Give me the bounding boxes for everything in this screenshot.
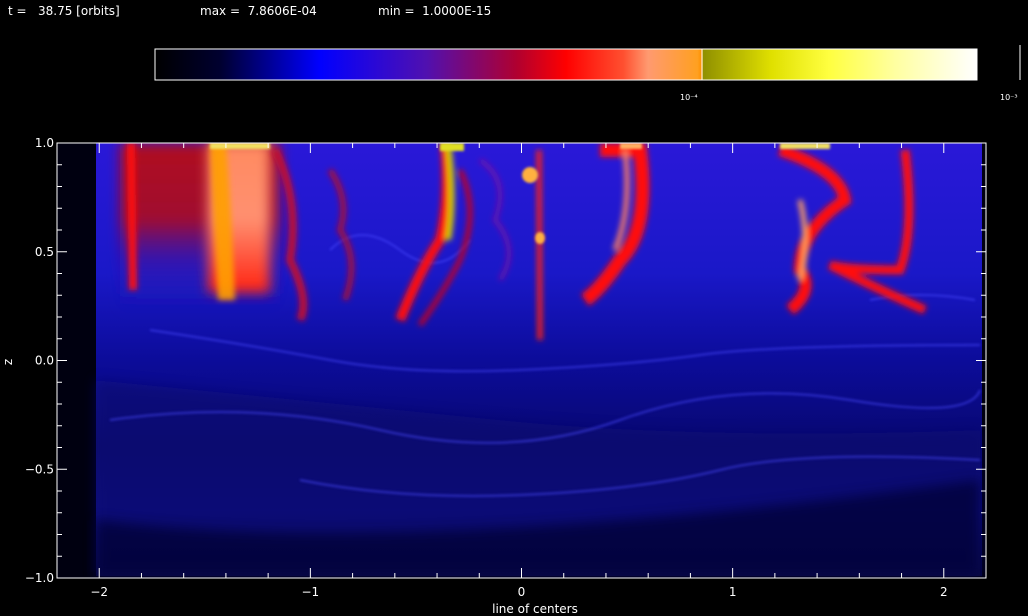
x-tick-label: 1 <box>729 585 737 599</box>
y-tick-label: 0.5 <box>35 245 54 259</box>
x-tick-label: −1 <box>302 585 320 599</box>
x-tick-label: 2 <box>940 585 948 599</box>
y-tick-label: 1.0 <box>35 136 54 150</box>
y-tick-label: −0.5 <box>25 462 54 476</box>
x-tick-label: 0 <box>518 585 526 599</box>
x-axis-label: line of centers <box>492 602 578 616</box>
heatmap-chart: −2 −1 0 1 2 −1.0 −0.5 0.0 0.5 1.0 line of centers… <box>1 136 987 616</box>
y-axis-label: z <box>1 359 15 365</box>
y-tick-label: 0.0 <box>35 354 54 368</box>
heatmap-image <box>57 143 986 578</box>
y-tick-label: −1.0 <box>25 571 54 585</box>
x-tick-label: −2 <box>90 585 108 599</box>
